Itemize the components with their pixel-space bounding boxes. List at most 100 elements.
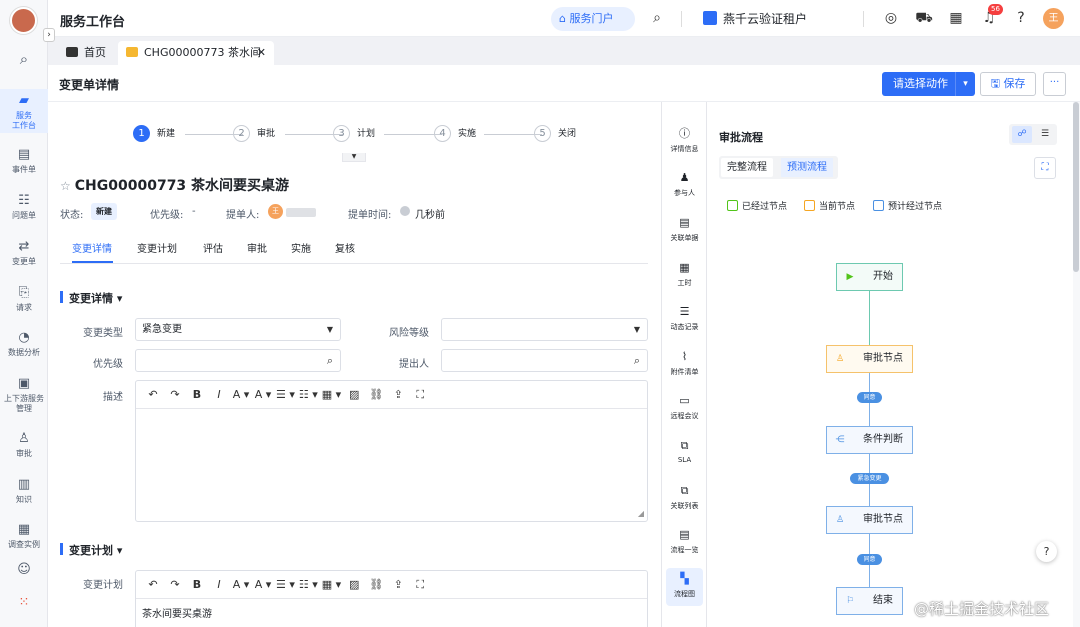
flow-node-approval-current[interactable]: ♙ 审批节点 <box>826 345 913 373</box>
step-plan[interactable]: 3 计划 <box>333 125 375 143</box>
font-color-icon[interactable]: A ▾ <box>232 571 250 598</box>
priority-input[interactable]: ⌕ <box>135 349 341 372</box>
step-new[interactable]: 1 新建 <box>133 125 175 143</box>
sidebar-item-survey[interactable]: ▦ 调查实例 <box>0 523 48 550</box>
italic-icon[interactable]: I <box>210 571 228 598</box>
undo-icon[interactable]: ↶ <box>144 381 162 408</box>
plan-editor[interactable]: ↶ ↷ B I A ▾ A ▾ ☰ ▾ ☷ ▾ ▦ ▾ ▨ ⛓ ⇪ ⛶ 茶水间要买桌游 <box>135 570 648 627</box>
highlight-icon[interactable]: A ▾ <box>254 381 272 408</box>
bullet-list-icon[interactable]: ☰ ▾ <box>276 381 295 408</box>
subtab-assessment[interactable]: 评估 <box>203 240 223 255</box>
image-icon[interactable]: ▨ <box>345 571 363 598</box>
robot-icon[interactable]: ☺ <box>0 563 48 580</box>
sidebar-item-request[interactable]: ⎘ 请求 <box>0 286 48 313</box>
rail-item-flow-overview[interactable]: ▤ 流程一览 <box>662 528 707 555</box>
sidebar-item-approval[interactable]: ♙ 审批 <box>0 432 48 459</box>
upload-icon[interactable]: ⇪ <box>389 571 407 598</box>
proposer-input[interactable]: ⌕ <box>441 349 648 372</box>
close-tab-icon[interactable]: ✕ <box>257 41 266 65</box>
select-action-button[interactable]: 请选择动作 ▾ <box>882 72 975 96</box>
subtab-change-plan[interactable]: 变更计划 <box>137 240 177 255</box>
subtab-change-detail[interactable]: 变更详情 <box>72 240 112 255</box>
link-icon[interactable]: ⛓ <box>367 381 385 408</box>
flow-node-end[interactable]: ⚐ 结束 <box>836 587 903 615</box>
rail-item-sla[interactable]: ⧉ SLA <box>662 439 707 464</box>
tab-home[interactable]: 首页 <box>58 41 114 65</box>
rail-item-activity[interactable]: ☰ 动态记录 <box>662 305 707 332</box>
rail-item-attachments[interactable]: ⌇ 附件清单 <box>662 350 707 377</box>
chevron-down-icon[interactable]: ▾ <box>955 72 975 96</box>
user-avatar[interactable]: 王 <box>1043 8 1064 29</box>
step-close[interactable]: 5 关闭 <box>534 125 576 143</box>
tab-change-ticket[interactable]: CHG00000773 茶水间 ✕ <box>118 41 274 65</box>
search-icon[interactable]: ⌕ <box>327 350 333 371</box>
step-approval[interactable]: 2 审批 <box>233 125 275 143</box>
help-icon[interactable]: ? <box>1012 9 1030 27</box>
undo-icon[interactable]: ↶ <box>144 571 162 598</box>
scrollbar-thumb[interactable] <box>1073 102 1079 272</box>
font-color-icon[interactable]: A ▾ <box>232 381 250 408</box>
resize-handle[interactable]: ◢ <box>638 509 644 518</box>
search-icon[interactable]: ⌕ <box>634 350 640 371</box>
bold-icon[interactable]: B <box>188 571 206 598</box>
sidebar-item-workbench[interactable]: ▰ 服务 工作台 <box>0 89 48 133</box>
upload-icon[interactable]: ⇪ <box>389 381 407 408</box>
sidebar-item-service-mgmt[interactable]: ▣ 上下游服务管理 <box>0 377 48 414</box>
tree-view-icon[interactable]: ☍ <box>1012 126 1032 143</box>
search-icon[interactable]: ⌕ <box>648 9 666 27</box>
risk-level-select[interactable]: ▼ <box>441 318 648 341</box>
sidebar-item-change[interactable]: ⇄ 变更单 <box>0 240 48 267</box>
subtab-approval[interactable]: 审批 <box>247 240 267 255</box>
redo-icon[interactable]: ↷ <box>166 381 184 408</box>
tab-predicted-flow[interactable]: 预测流程 <box>781 158 833 177</box>
redo-icon[interactable]: ↷ <box>166 571 184 598</box>
table-icon[interactable]: ▦ ▾ <box>322 381 341 408</box>
more-options-button[interactable]: ··· <box>1043 72 1066 96</box>
rail-item-detail[interactable]: ⓘ 详情信息 <box>662 127 707 154</box>
numbered-list-icon[interactable]: ☷ ▾ <box>299 571 318 598</box>
collapse-steps-toggle[interactable]: ▼ <box>342 153 366 162</box>
flow-node-condition[interactable]: ⋲ 条件判断 <box>826 426 913 454</box>
tenant-selector[interactable]: 燕千云验证租户 <box>703 10 807 27</box>
fullscreen-icon[interactable]: ⛶ <box>411 571 429 598</box>
target-icon[interactable]: ◎ <box>882 9 900 27</box>
section-change-plan[interactable]: 变更计划 ▾ <box>69 542 122 558</box>
sidebar-item-incident[interactable]: ▤ 事件单 <box>0 148 48 175</box>
fullscreen-icon[interactable]: ⛶ <box>411 381 429 408</box>
flow-node-start[interactable]: ▶ 开始 <box>836 263 903 291</box>
highlight-icon[interactable]: A ▾ <box>254 571 272 598</box>
calendar-icon[interactable]: ▦ <box>947 9 965 27</box>
subtab-implement[interactable]: 实施 <box>291 240 311 255</box>
service-portal-button[interactable]: ⌂ 服务门户 <box>551 7 635 31</box>
bold-icon[interactable]: B <box>188 381 206 408</box>
tab-full-flow[interactable]: 完整流程 <box>721 158 773 177</box>
table-icon[interactable]: ▦ ▾ <box>322 571 341 598</box>
bullet-list-icon[interactable]: ☰ ▾ <box>276 571 295 598</box>
cart-icon[interactable]: ⛟ <box>915 9 933 27</box>
sidebar-item-problem[interactable]: ☷ 问题单 <box>0 194 48 221</box>
sidebar-item-analytics[interactable]: ◔ 数据分析 <box>0 331 48 358</box>
sidebar-item-knowledge[interactable]: ▥ 知识 <box>0 478 48 505</box>
rail-item-participants[interactable]: ♟ 参与人 <box>662 171 707 198</box>
numbered-list-icon[interactable]: ☷ ▾ <box>299 381 318 408</box>
save-button[interactable]: 🖫 保存 <box>980 72 1036 96</box>
fullscreen-icon[interactable]: ⛶ <box>1034 157 1056 179</box>
app-logo[interactable] <box>10 7 37 34</box>
rail-item-remote-meeting[interactable]: ▭ 远程会议 <box>662 394 707 421</box>
link-icon[interactable]: ⛓ <box>367 571 385 598</box>
change-type-select[interactable]: 紧急变更 ▼ <box>135 318 341 341</box>
flow-node-approval[interactable]: ♙ 审批节点 <box>826 506 913 534</box>
help-icon[interactable]: ? <box>1036 541 1057 562</box>
apps-icon[interactable]: ⁙ <box>0 596 48 613</box>
italic-icon[interactable]: I <box>210 381 228 408</box>
rail-item-work-hours[interactable]: ▦ 工时 <box>662 261 707 288</box>
star-icon[interactable]: ☆ <box>60 179 71 193</box>
search-icon[interactable]: ⌕ <box>0 52 48 69</box>
rail-item-flowchart[interactable]: ▚ 流程图 <box>666 568 703 606</box>
plan-content[interactable]: 茶水间要买桌游 <box>136 599 647 626</box>
list-view-icon[interactable]: ☰ <box>1035 126 1055 143</box>
section-change-detail[interactable]: 变更详情 ▾ <box>69 290 122 306</box>
subtab-review[interactable]: 复核 <box>335 240 355 255</box>
rail-item-related-docs[interactable]: ▤ 关联单据 <box>662 216 707 243</box>
rail-item-related-list[interactable]: ⧉ 关联列表 <box>662 484 707 511</box>
